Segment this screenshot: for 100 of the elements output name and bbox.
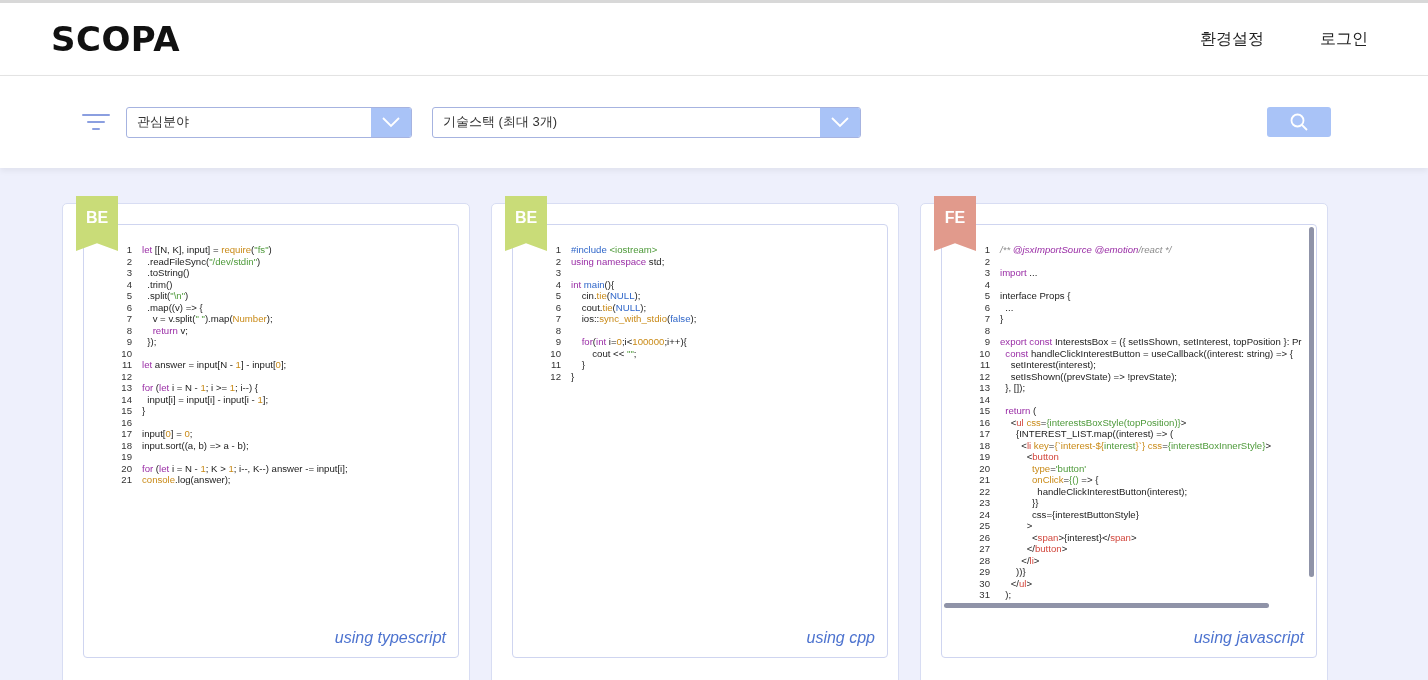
code-line: type='button' — [1031, 462, 1087, 474]
line-number: 23 — [978, 497, 990, 509]
code-line: const handleClickInterestButton = useCallback((interest: string) => { — [1004, 347, 1294, 359]
code-line: export const InterestsBox = ({ setIsShown, setInterest, topPosition }: Pr — [1000, 336, 1302, 348]
nav-link[interactable]: 로그인 — [1320, 28, 1368, 50]
code-line: /** @jsxImportSource @emotion/react */ — [1000, 244, 1172, 256]
line-number: 6 — [983, 301, 990, 313]
line-number: 26 — [978, 531, 990, 543]
code-line: } — [580, 359, 585, 371]
line-number: 20 — [978, 462, 990, 474]
code-line: ); — [1004, 589, 1012, 601]
line-number: 28 — [978, 554, 990, 566]
line-number: 19 — [978, 451, 990, 463]
select-field[interactable]: 관심분야 — [126, 106, 412, 138]
line-number: 1 — [554, 244, 561, 256]
code-line: input[i] = input[i] - input[i - 1]; — [146, 393, 269, 405]
nav-link[interactable]: 환경설정 — [1200, 28, 1264, 50]
line-number: 21 — [978, 474, 990, 486]
line-number: 12 — [549, 370, 561, 382]
code-line: <button — [1025, 451, 1059, 463]
line-number: 15 — [120, 405, 132, 417]
select-field[interactable]: 기술스택 (최대 3개) — [432, 106, 861, 138]
line-number: 2 — [983, 255, 990, 267]
code-line: .readFileSync("/dev/stdin") — [146, 255, 261, 267]
line-number: 7 — [983, 313, 990, 325]
line-number: 21 — [120, 474, 132, 486]
line-number: 9 — [554, 336, 561, 348]
line-number: 4 — [125, 278, 132, 290]
code-line: interface Props { — [1000, 290, 1071, 302]
code-line: ))} — [1015, 566, 1026, 578]
code-line: v = v.split(" ").map(Number); — [151, 313, 273, 325]
code-line: cin.tie(NULL); — [580, 290, 641, 302]
code-line: for (let i = N - 1; i >= 1; i--) { — [142, 382, 258, 394]
line-number: 6 — [125, 301, 132, 313]
code-line: cout.tie(NULL); — [580, 301, 647, 313]
line-number: 1 — [983, 244, 990, 256]
line-number: 10 — [549, 347, 561, 359]
code-line: ... — [1004, 301, 1014, 313]
code-line: }); — [146, 336, 157, 348]
line-number: 8 — [554, 324, 561, 336]
line-number: 11 — [550, 359, 561, 371]
line-number: 17 — [978, 428, 990, 440]
code-line: }} — [1031, 497, 1039, 509]
line-number: 11 — [979, 359, 990, 371]
code-line: return ( — [1004, 405, 1037, 417]
line-number: 14 — [120, 393, 132, 405]
logo[interactable]: SCOPA — [51, 19, 180, 59]
line-number: 6 — [554, 301, 561, 313]
code-line: import ... — [1000, 267, 1038, 279]
line-number: 18 — [120, 439, 132, 451]
code-line: </button> — [1025, 543, 1068, 555]
scrollbar[interactable] — [1309, 227, 1314, 577]
category-badge: FE — [934, 196, 976, 251]
line-number: 15 — [978, 405, 990, 417]
code-line: console.log(answer); — [142, 474, 231, 486]
line-number: 16 — [120, 416, 132, 428]
line-number: 20 — [120, 462, 132, 474]
code-line: css={interestButtonStyle} — [1031, 508, 1139, 520]
line-number: 14 — [978, 393, 990, 405]
line-number: 29 — [978, 566, 990, 578]
code-line: ios::sync_with_stdio(false); — [580, 313, 697, 325]
language-label: using cpp — [806, 629, 875, 647]
category-badge: BE — [505, 196, 547, 251]
scrollbar[interactable] — [944, 603, 1269, 608]
code-line: onClick={() => { — [1031, 474, 1099, 486]
line-number: 4 — [983, 278, 990, 290]
line-number: 13 — [120, 382, 132, 394]
line-number: 22 — [978, 485, 990, 497]
code-line: setInterest(interest); — [1009, 359, 1096, 371]
line-number: 3 — [125, 267, 132, 279]
search-icon — [1290, 113, 1308, 131]
search-button[interactable] — [1267, 107, 1331, 137]
code-line: > — [1025, 520, 1033, 532]
line-number: 7 — [554, 313, 561, 325]
line-number: 3 — [554, 267, 561, 279]
chevron-down-icon — [381, 116, 401, 128]
line-number: 2 — [554, 255, 561, 267]
line-number: 9 — [983, 336, 990, 348]
line-number: 17 — [120, 428, 132, 440]
line-number: 11 — [121, 359, 132, 371]
code-line: using namespace std; — [571, 255, 665, 267]
language-label: using typescript — [334, 629, 446, 647]
code-line: } — [1000, 313, 1004, 325]
line-number: 18 — [978, 439, 990, 451]
code-line: int main(){ — [571, 278, 615, 290]
line-number: 10 — [978, 347, 990, 359]
code-line: <li key={`interest-${interest}`} css={interestBoxInnerStyle}> — [1020, 439, 1271, 451]
line-number: 16 — [978, 416, 990, 428]
line-number: 5 — [983, 290, 990, 302]
code-line: cout << ""; — [591, 347, 637, 359]
code-line: let answer = input[N - 1] - input[0]; — [142, 359, 287, 371]
code-card[interactable] — [920, 203, 1328, 680]
code-line: input[0] = 0; — [142, 428, 193, 440]
code-line: .map((v) => { — [146, 301, 203, 313]
code-line: for (let i = N - 1; K > 1; i--, K--) answer -= input[i]; — [142, 462, 348, 474]
code-line: input.sort((a, b) => a - b); — [142, 439, 249, 451]
filter-icon[interactable] — [82, 113, 110, 131]
line-number: 25 — [978, 520, 990, 532]
code-card[interactable] — [62, 203, 470, 680]
line-number: 12 — [120, 370, 132, 382]
